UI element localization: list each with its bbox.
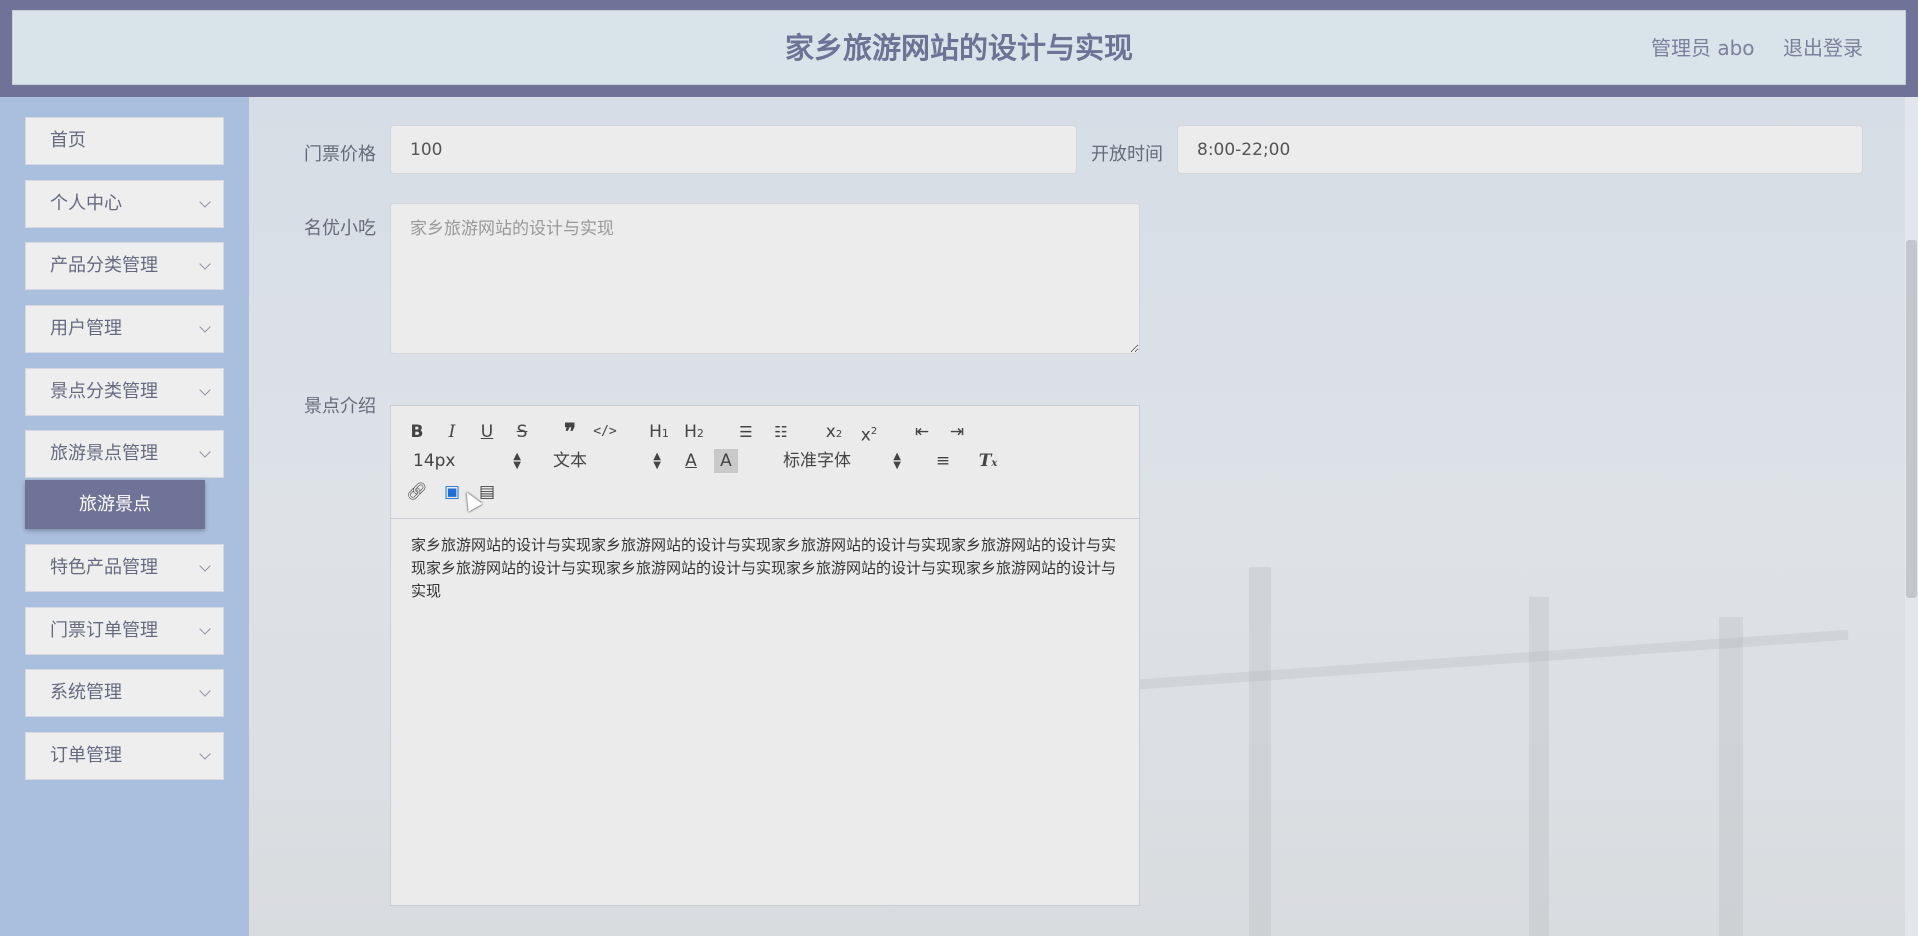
indent-icon[interactable]: ⇥ — [945, 420, 969, 444]
sidebar-item-label: 门票订单管理 — [50, 620, 158, 641]
sidebar-item-scenic-category[interactable]: 景点分类管理 — [25, 368, 224, 416]
header: 家乡旅游网站的设计与实现 管理员 abo 退出登录 — [12, 10, 1906, 85]
image-icon[interactable]: ▣ — [440, 480, 464, 504]
subscript-icon[interactable]: x2 — [822, 420, 846, 444]
code-icon[interactable]: </> — [593, 420, 617, 444]
italic-icon[interactable]: I — [440, 420, 464, 444]
ticket-price-label: 门票价格 — [304, 144, 376, 165]
sidebar-item-label: 产品分类管理 — [50, 255, 158, 276]
current-user: 管理员 abo — [1651, 36, 1755, 60]
chevron-down-icon — [199, 748, 211, 760]
sidebar-item-label: 首页 — [50, 130, 86, 151]
select-arrows-icon: ▲ ▼ — [653, 451, 661, 471]
select-arrows-icon: ▲ ▼ — [893, 451, 901, 471]
sidebar-item-label: 景点分类管理 — [50, 381, 158, 402]
scrollbar-thumb[interactable] — [1906, 240, 1917, 598]
superscript-icon[interactable]: x2 — [857, 420, 881, 446]
intro-label: 景点介绍 — [304, 396, 376, 417]
snacks-textarea[interactable] — [390, 203, 1140, 354]
paragraph-format-value: 文本 — [553, 451, 587, 471]
font-size-select[interactable]: 14px ▲ ▼ — [413, 449, 521, 473]
sidebar: 首页 个人中心 产品分类管理 用户管理 景点分类管理 旅游景点管理 旅游景点 特… — [0, 97, 249, 936]
sidebar-item-label: 系统管理 — [50, 682, 122, 703]
sidebar-item-label: 个人中心 — [50, 193, 122, 214]
chevron-down-icon — [199, 560, 211, 572]
font-size-value: 14px — [413, 451, 456, 471]
chevron-down-icon — [199, 384, 211, 396]
bold-icon[interactable]: B — [405, 420, 429, 444]
underline-icon[interactable]: U — [475, 420, 499, 444]
open-time-input[interactable] — [1177, 125, 1863, 174]
sidebar-item-system[interactable]: 系统管理 — [25, 669, 224, 717]
sidebar-item-ticket-orders[interactable]: 门票订单管理 — [25, 607, 224, 655]
sidebar-item-label: 订单管理 — [50, 745, 122, 766]
font-color-icon[interactable]: A — [679, 449, 703, 473]
editor-content[interactable]: 家乡旅游网站的设计与实现家乡旅游网站的设计与实现家乡旅游网站的设计与实现家乡旅游… — [411, 534, 1116, 603]
chevron-down-icon — [199, 623, 211, 635]
chevron-down-icon — [199, 196, 211, 208]
snacks-label: 名优小吃 — [304, 218, 376, 239]
editor-toolbar: B I U S ❞ </> H1 H2 ☰ ☷ x2 x2 ⇤ ⇥ 14px ▲… — [391, 406, 1139, 519]
logout-link[interactable]: 退出登录 — [1783, 11, 1863, 86]
sidebar-item-users[interactable]: 用户管理 — [25, 305, 224, 353]
link-icon[interactable]: 🔗︎ — [405, 480, 429, 504]
rich-text-editor: B I U S ❞ </> H1 H2 ☰ ☷ x2 x2 ⇤ ⇥ 14px ▲… — [390, 405, 1140, 906]
sidebar-item-specialty-products[interactable]: 特色产品管理 — [25, 544, 224, 592]
top-bar: 家乡旅游网站的设计与实现 管理员 abo 退出登录 — [0, 0, 1918, 97]
site-title: 家乡旅游网站的设计与实现 — [784, 31, 1133, 65]
background-color-icon[interactable]: A — [714, 449, 738, 473]
h1-icon[interactable]: H1 — [644, 420, 674, 444]
sidebar-item-label: 旅游景点管理 — [50, 443, 158, 464]
align-icon[interactable]: ≡ — [931, 449, 955, 473]
ordered-list-icon[interactable]: ☰ — [734, 420, 758, 444]
paragraph-format-select[interactable]: 文本 ▲ ▼ — [553, 449, 661, 473]
open-time-label: 开放时间 — [1091, 144, 1163, 165]
chevron-down-icon — [199, 258, 211, 270]
select-arrows-icon: ▲ ▼ — [513, 451, 521, 471]
clear-format-icon[interactable]: Tx — [976, 449, 1000, 473]
sidebar-item-label: 用户管理 — [50, 318, 122, 339]
chevron-down-icon — [199, 321, 211, 333]
sidebar-item-scenic-spots[interactable]: 旅游景点管理 — [25, 430, 224, 478]
sidebar-item-home[interactable]: 首页 — [25, 117, 224, 165]
h2-icon[interactable]: H2 — [679, 420, 709, 444]
blockquote-icon[interactable]: ❞ — [558, 420, 582, 444]
strikethrough-icon[interactable]: S — [510, 420, 534, 444]
chevron-down-icon — [199, 685, 211, 697]
sidebar-item-label: 特色产品管理 — [50, 557, 158, 578]
font-family-value: 标准字体 — [783, 451, 851, 471]
background-pole — [1719, 617, 1743, 936]
background-pole — [1249, 567, 1271, 936]
font-family-select[interactable]: 标准字体 ▲ ▼ — [783, 449, 901, 473]
bullet-list-icon[interactable]: ☷ — [769, 420, 793, 444]
sidebar-subitem-scenic-spot[interactable]: 旅游景点 — [25, 480, 205, 529]
chevron-down-icon — [199, 446, 211, 458]
sidebar-item-orders[interactable]: 订单管理 — [25, 732, 224, 780]
background-pole — [1529, 597, 1549, 936]
sidebar-item-personal-center[interactable]: 个人中心 — [25, 180, 224, 228]
sidebar-item-product-category[interactable]: 产品分类管理 — [25, 242, 224, 290]
outdent-icon[interactable]: ⇤ — [910, 420, 934, 444]
ticket-price-input[interactable] — [390, 125, 1077, 174]
